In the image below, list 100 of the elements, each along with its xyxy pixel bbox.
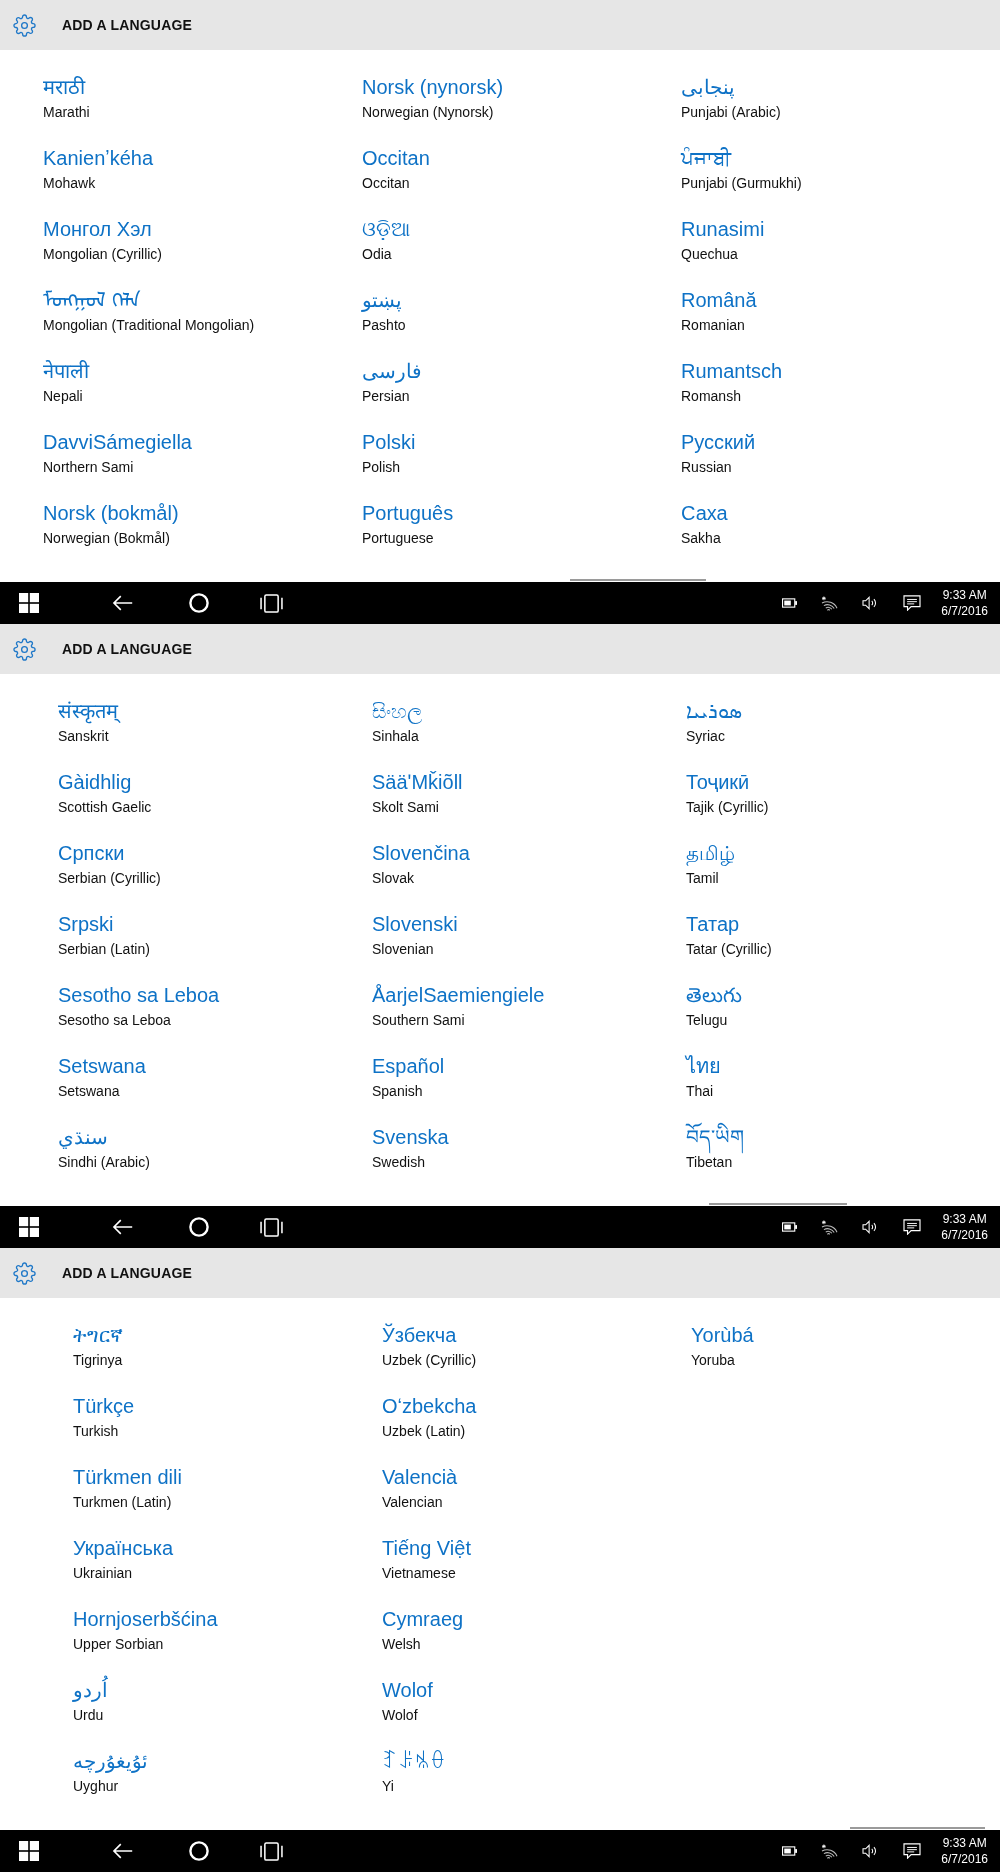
language-link[interactable]: Саха <box>681 499 728 527</box>
speaker-icon[interactable] <box>862 1220 879 1234</box>
language-link[interactable]: Español <box>372 1052 445 1080</box>
language-link[interactable]: Gàidhlig <box>58 768 132 796</box>
task-view-icon[interactable] <box>260 1217 283 1237</box>
task-view-icon[interactable] <box>260 593 283 613</box>
wifi-icon[interactable] <box>821 1219 839 1235</box>
language-link[interactable]: Cymraeg <box>382 1605 464 1633</box>
speaker-icon[interactable] <box>862 1844 879 1858</box>
language-link[interactable]: Türkmen dili <box>73 1463 182 1491</box>
start-icon[interactable] <box>19 1841 39 1861</box>
language-link[interactable]: ꆈꌠꁱꂷ <box>382 1747 446 1775</box>
language-link[interactable]: Hornjoserbšćina <box>73 1605 218 1633</box>
language-link[interactable]: Sesotho sa Leboa <box>58 981 220 1009</box>
language-link[interactable]: Yorùbá <box>691 1321 754 1349</box>
language-label: Ukrainian <box>73 1564 133 1583</box>
language-label: Sinhala <box>372 727 419 746</box>
language-link[interactable]: Svenska <box>372 1123 449 1151</box>
language-link[interactable]: Română <box>681 286 757 314</box>
language-label: Upper Sorbian <box>73 1635 164 1654</box>
language-link[interactable]: Setswana <box>58 1052 146 1080</box>
language-label: Portuguese <box>362 529 434 548</box>
scrollbar-thumb[interactable] <box>570 579 706 581</box>
language-link[interactable]: Norsk (bokmål) <box>43 499 179 527</box>
language-link[interactable]: Norsk (nynorsk) <box>362 73 504 101</box>
language-link[interactable]: ÅarjelSaemiengiele <box>372 981 545 1009</box>
scrollbar-thumb[interactable] <box>709 1203 847 1205</box>
language-link[interactable]: ትግርኛ <box>73 1321 123 1349</box>
language-link[interactable]: བོད་ཡིག <box>686 1123 744 1151</box>
language-label: Thai <box>686 1082 714 1101</box>
language-link[interactable]: DavviSámegiella <box>43 428 192 456</box>
circle-icon[interactable] <box>189 1841 209 1861</box>
back-arrow-icon[interactable] <box>112 1843 133 1859</box>
language-link[interactable]: SääʹMǩiõll <box>372 768 463 796</box>
language-link[interactable]: Wolof <box>382 1676 433 1704</box>
language-link[interactable]: తెలుగు <box>686 981 742 1009</box>
circle-icon[interactable] <box>189 1217 209 1237</box>
language-link[interactable]: नेपाली <box>43 357 89 385</box>
back-arrow-icon[interactable] <box>112 595 133 611</box>
language-label: Mohawk <box>43 174 96 193</box>
language-link[interactable]: ਪੰਜਾਬੀ <box>681 144 731 172</box>
language-link[interactable]: Occitan <box>362 144 430 172</box>
start-icon[interactable] <box>19 593 39 613</box>
language-link[interactable]: ئۇيغۇرچە <box>73 1747 148 1775</box>
language-link[interactable]: Русский <box>681 428 756 456</box>
language-link[interactable]: Тоҷикӣ <box>686 768 750 796</box>
language-link[interactable]: اُردو <box>73 1676 108 1704</box>
battery-icon[interactable] <box>782 1846 798 1856</box>
language-link[interactable]: Монгол Хэл <box>43 215 152 243</box>
language-label: Norwegian (Bokmål) <box>43 529 170 548</box>
language-link[interactable]: Татар <box>686 910 740 938</box>
language-link[interactable]: Oʻzbekcha <box>382 1392 477 1420</box>
language-link[interactable]: ไทย <box>686 1052 721 1080</box>
message-icon[interactable] <box>903 595 922 611</box>
scrollbar-thumb[interactable] <box>850 1827 985 1829</box>
language-link[interactable]: Türkçe <box>73 1392 135 1420</box>
language-link[interactable]: Rumantsch <box>681 357 783 385</box>
circle-icon[interactable] <box>189 593 209 613</box>
language-label: Sesotho sa Leboa <box>58 1011 171 1030</box>
language-link[interactable]: தமிழ் <box>686 839 735 867</box>
language-link[interactable]: Kanienʼkéha <box>43 144 154 172</box>
language-link[interactable]: Português <box>362 499 454 527</box>
language-link[interactable]: Polski <box>362 428 416 456</box>
back-arrow-icon[interactable] <box>112 1219 133 1235</box>
language-link[interactable]: සිංහල <box>372 697 422 725</box>
language-link[interactable]: Valencià <box>382 1463 458 1491</box>
language-link[interactable]: ܣܘܪܝܝܐ <box>686 697 742 725</box>
language-link[interactable]: Ўзбекча <box>382 1321 457 1349</box>
message-icon[interactable] <box>903 1219 922 1235</box>
language-link[interactable]: ᠮᠣᠩᠭᠣᠯ ᠬᠡᠯᠡ <box>43 286 141 314</box>
language-label: Occitan <box>362 174 410 193</box>
language-link[interactable]: Srpski <box>58 910 114 938</box>
language-link[interactable]: ଓଡ଼ିଆ <box>362 215 410 243</box>
speaker-icon[interactable] <box>862 596 879 610</box>
language-link[interactable]: پښتو <box>362 286 402 314</box>
wifi-icon[interactable] <box>821 595 839 611</box>
language-link[interactable]: پنجابی <box>681 73 735 101</box>
language-label: Tajik (Cyrillic) <box>686 798 769 817</box>
language-link[interactable]: मराठी <box>43 73 85 101</box>
language-link[interactable]: Українська <box>73 1534 174 1562</box>
language-link[interactable]: سنڌي <box>58 1123 108 1151</box>
message-icon[interactable] <box>903 1843 922 1859</box>
wifi-icon[interactable] <box>821 1843 839 1859</box>
task-view-icon[interactable] <box>260 1841 283 1861</box>
language-label: Mongolian (Traditional Mongolian) <box>43 316 255 335</box>
battery-icon[interactable] <box>782 598 798 608</box>
language-link[interactable]: Српски <box>58 839 125 867</box>
language-label: Turkmen (Latin) <box>73 1493 172 1512</box>
start-icon[interactable] <box>19 1217 39 1237</box>
language-link[interactable]: Runasimi <box>681 215 765 243</box>
clock-date: 6/7/2016 <box>941 603 988 619</box>
language-label: Setswana <box>58 1082 120 1101</box>
language-link[interactable]: Slovenski <box>372 910 458 938</box>
language-label: Uzbek (Latin) <box>382 1422 466 1441</box>
language-label: Yi <box>382 1777 394 1796</box>
language-link[interactable]: Tiếng Việt <box>382 1534 471 1562</box>
language-link[interactable]: فارسى <box>362 357 422 385</box>
language-link[interactable]: Slovenčina <box>372 839 470 867</box>
language-label: Mongolian (Cyrillic) <box>43 245 163 264</box>
battery-icon[interactable] <box>782 1222 798 1232</box>
